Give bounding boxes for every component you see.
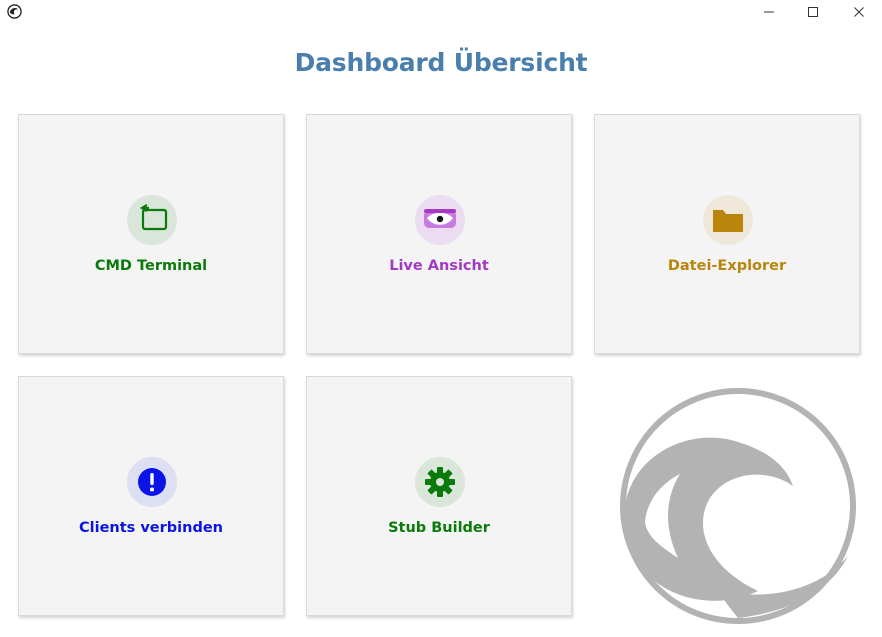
maximize-icon — [808, 7, 818, 17]
page-title: Dashboard Übersicht — [294, 48, 588, 77]
minimize-button[interactable] — [746, 0, 792, 24]
gear-icon — [425, 467, 455, 497]
close-button[interactable] — [836, 0, 882, 24]
stub-builder-tile[interactable]: Stub Builder — [306, 376, 572, 616]
live-view-label: Live Ansicht — [389, 258, 489, 274]
app-wave-logo — [620, 388, 856, 624]
clients-icon-circle — [127, 457, 177, 507]
live-view-eye-icon — [424, 209, 456, 228]
title-bar[interactable] — [0, 0, 882, 24]
close-icon — [854, 7, 864, 17]
folder-icon — [713, 210, 743, 232]
minimize-icon — [764, 11, 774, 13]
stub-icon-circle — [415, 457, 465, 507]
connect-clients-tile[interactable]: Clients verbinden — [18, 376, 284, 616]
maximize-button[interactable] — [790, 0, 836, 24]
live-view-tile[interactable]: Live Ansicht — [306, 114, 572, 354]
cmd-icon-circle — [127, 195, 177, 245]
cmd-terminal-tile[interactable]: CMD Terminal — [18, 114, 284, 354]
stub-builder-label: Stub Builder — [388, 520, 490, 536]
app-logo-icon — [7, 4, 22, 19]
live-icon-circle — [415, 195, 465, 245]
connect-clients-label: Clients verbinden — [79, 520, 223, 536]
exclamation-icon — [138, 468, 166, 496]
file-explorer-label: Datei-Explorer — [667, 258, 787, 274]
terminal-icon — [139, 204, 168, 231]
files-icon-circle — [703, 195, 753, 245]
file-explorer-tile[interactable]: Datei-Explorer — [594, 114, 860, 354]
dashboard-window: Dashboard Übersicht CMD Terminal Live An… — [0, 0, 882, 637]
cmd-terminal-label: CMD Terminal — [94, 258, 208, 274]
